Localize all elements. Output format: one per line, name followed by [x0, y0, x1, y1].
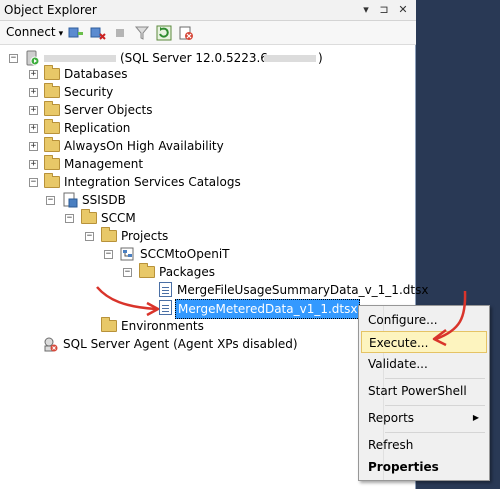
annotation-arrows — [96, 286, 467, 347]
annotation-arrow-to-package — [96, 286, 160, 317]
annotation-arrow-to-execute — [432, 290, 467, 347]
